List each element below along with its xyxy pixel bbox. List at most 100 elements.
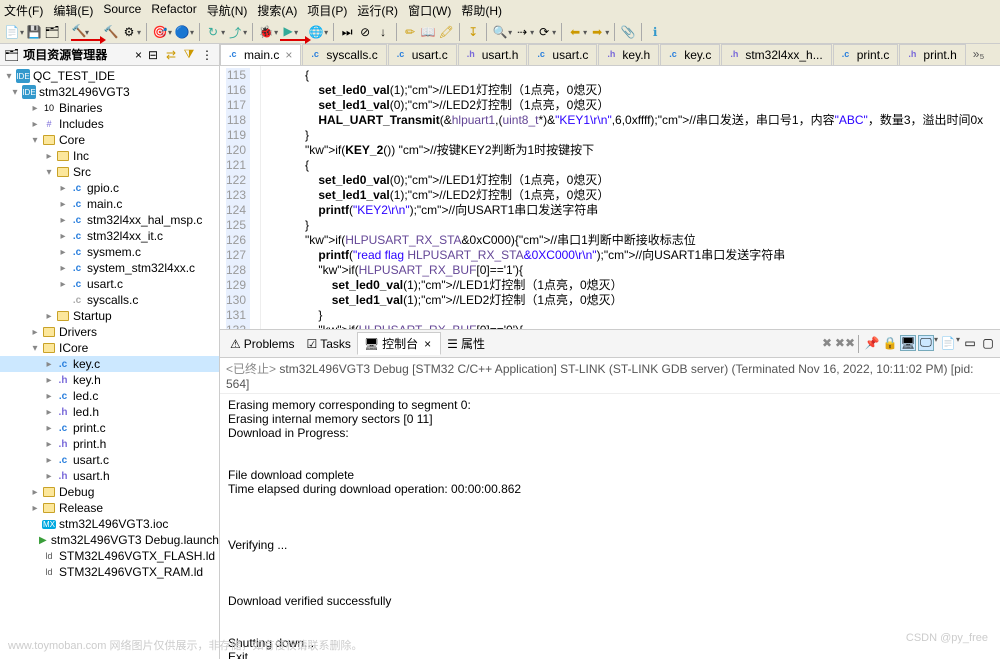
tree-node[interactable]: ldSTM32L496VGTX_RAM.ld [0, 564, 219, 580]
fwd-icon[interactable]: ➡ [589, 24, 605, 40]
min-icon[interactable]: ▭ [962, 335, 978, 351]
external-icon[interactable]: ⤴ [227, 24, 243, 40]
menu-item[interactable]: 运行(R) [357, 2, 398, 19]
tree-node[interactable]: .csyscalls.c [0, 292, 219, 308]
editor-tab[interactable]: .husart.h [458, 44, 528, 65]
tree-node[interactable]: ▸Startup [0, 308, 219, 324]
code-line[interactable]: { [265, 158, 983, 173]
editor-tab[interactable]: .cprint.c [833, 44, 899, 65]
code-line[interactable]: "kw">if(HLPUSART_RX_BUF[0]=='0'){ [265, 323, 983, 329]
save-all-icon[interactable]: 🗂 [44, 24, 60, 40]
code-line[interactable]: } [265, 218, 983, 233]
max-icon[interactable]: ▢ [980, 335, 996, 351]
close-view-icon[interactable]: × [132, 48, 145, 62]
book-icon[interactable]: 📖 [420, 24, 436, 40]
code-line[interactable]: { [265, 68, 983, 83]
tree-node[interactable]: ▸#Includes [0, 116, 219, 132]
tree-node[interactable]: ▸.cmain.c [0, 196, 219, 212]
tree-node[interactable]: ▸.ckey.c [0, 356, 219, 372]
target2-icon[interactable]: 🔵 [174, 24, 190, 40]
menu-item[interactable]: 搜索(A) [257, 2, 297, 19]
code-editor[interactable]: 1151161171181191201211221231241251261271… [220, 66, 1000, 329]
target-icon[interactable]: 🎯 [152, 24, 168, 40]
step-icon[interactable]: ↧ [465, 24, 481, 40]
remove-all-icon[interactable]: ✖✖ [837, 335, 853, 351]
bottom-tab[interactable]: ☰属性 [441, 333, 491, 354]
menu-item[interactable]: 项目(P) [307, 2, 347, 19]
mcu-root[interactable]: ▾IDE stm32L496VGT3 [0, 84, 219, 100]
nav2-icon[interactable]: ⇢ [514, 24, 530, 40]
editor-tab[interactable]: .hkey.h [598, 44, 659, 65]
close-btab-icon[interactable]: × [421, 337, 434, 351]
tree-node[interactable]: MXstm32L496VGT3.ioc [0, 516, 219, 532]
code-line[interactable]: printf("read flag HLPUSART_RX_STA&0XC000… [265, 248, 983, 263]
tree-node[interactable]: ▶stm32L496VGT3 Debug.launch [0, 532, 219, 548]
project-tree[interactable]: ▾IDE QC_TEST_IDE ▾IDE stm32L496VGT3 ▸10B… [0, 66, 219, 659]
project-root[interactable]: ▾IDE QC_TEST_IDE [0, 68, 219, 84]
tree-node[interactable]: ▸.hprint.h [0, 436, 219, 452]
menu-item[interactable]: 文件(F) [4, 2, 43, 19]
tree-node[interactable]: ▸.cstm32l4xx_it.c [0, 228, 219, 244]
info-icon[interactable]: ℹ [647, 24, 663, 40]
view-menu-icon[interactable]: ⋮ [199, 47, 215, 63]
bottom-tab[interactable]: ⚠Problems [224, 335, 300, 353]
tree-node[interactable]: ▾Src [0, 164, 219, 180]
filter-icon[interactable]: ⧩ [181, 47, 197, 63]
scroll-lock-icon[interactable]: 🔒 [882, 335, 898, 351]
tree-node[interactable]: ldSTM32L496VGTX_FLASH.ld [0, 548, 219, 564]
editor-tab[interactable]: .cusart.c [528, 44, 597, 65]
editor-tab[interactable]: .hprint.h [899, 44, 965, 65]
code-line[interactable]: set_led0_val(0);"cm">//LED1灯控制（1点亮，0熄灭） [265, 173, 983, 188]
tree-node[interactable]: ▸.cusart.c [0, 452, 219, 468]
tree-node[interactable]: ▸.hled.h [0, 404, 219, 420]
tree-node[interactable]: ▸.cstm32l4xx_hal_msp.c [0, 212, 219, 228]
editor-tab[interactable]: .csyscalls.c [302, 44, 386, 65]
menu-item[interactable]: 编辑(E) [53, 2, 93, 19]
menu-item[interactable]: 帮助(H) [461, 2, 502, 19]
refresh-icon[interactable]: ↻ [205, 24, 221, 40]
code-line[interactable]: set_led0_val(1);"cm">//LED1灯控制（1点亮，0熄灭） [265, 278, 983, 293]
tree-node[interactable]: ▸Drivers [0, 324, 219, 340]
menu-item[interactable]: Source [103, 2, 141, 19]
back-icon[interactable]: ⬅ [567, 24, 583, 40]
tree-node[interactable]: ▸.cled.c [0, 388, 219, 404]
code-line[interactable]: set_led1_val(1);"cm">//LED2灯控制（1点亮，0熄灭） [265, 293, 983, 308]
tree-node[interactable]: ▸Debug [0, 484, 219, 500]
code-line[interactable]: HAL_UART_Transmit(&hlpuart1,(uint8_t*)&"… [265, 113, 983, 128]
menu-item[interactable]: 窗口(W) [408, 2, 451, 19]
tree-node[interactable]: ▸.hkey.h [0, 372, 219, 388]
tree-node[interactable]: ▸.cusart.c [0, 276, 219, 292]
hl-icon[interactable]: 🖍 [438, 24, 454, 40]
tree-node[interactable]: ▾ICore [0, 340, 219, 356]
tree-node[interactable]: ▸.csystem_stm32l4xx.c [0, 260, 219, 276]
tree-node[interactable]: ▸10Binaries [0, 100, 219, 116]
nav3-icon[interactable]: ⟳ [536, 24, 552, 40]
code-line[interactable]: printf("KEY2\r\n");"cm">//向USART1串口发送字符串 [265, 203, 983, 218]
remove-icon[interactable]: ✖ [819, 335, 835, 351]
bottom-tab[interactable]: 🖥控制台× [357, 332, 441, 355]
menu-item[interactable]: Refactor [151, 2, 196, 19]
tree-node[interactable]: ▾Core [0, 132, 219, 148]
code-line[interactable]: } [265, 128, 983, 143]
menu-item[interactable]: 导航(N) [207, 2, 248, 19]
editor-tab[interactable]: .hstm32l4xx_h... [721, 44, 831, 65]
editor-tab[interactable]: .ckey.c [660, 44, 720, 65]
code-line[interactable]: "kw">if(HLPUSART_RX_BUF[0]=='1'){ [265, 263, 983, 278]
tree-node[interactable]: ▸.husart.h [0, 468, 219, 484]
tree-node[interactable]: ▸.cgpio.c [0, 180, 219, 196]
down-icon[interactable]: ↓ [375, 24, 391, 40]
attach-icon[interactable]: 📎 [620, 24, 636, 40]
none-icon[interactable]: ⊘ [357, 24, 373, 40]
new-console-icon[interactable]: 📄 [940, 335, 956, 351]
debug-icon[interactable]: 🐞 [258, 24, 274, 40]
new-icon[interactable]: 📄 [4, 24, 20, 40]
tree-node[interactable]: ▸Release [0, 500, 219, 516]
code-line[interactable]: "kw">if(HLPUSART_RX_STA&0xC000){"cm">//串… [265, 233, 983, 248]
console-output[interactable]: Erasing memory corresponding to segment … [220, 394, 1000, 659]
code-line[interactable]: set_led0_val(1);"cm">//LED1灯控制（1点亮，0熄灭） [265, 83, 983, 98]
save-icon[interactable]: 💾 [26, 24, 42, 40]
config-icon[interactable]: ⚙ [121, 24, 137, 40]
code-line[interactable]: set_led1_val(1);"cm">//LED2灯控制（1点亮，0熄灭） [265, 188, 983, 203]
wand-icon[interactable]: ✏ [402, 24, 418, 40]
nav-icon[interactable]: 🔍 [492, 24, 508, 40]
